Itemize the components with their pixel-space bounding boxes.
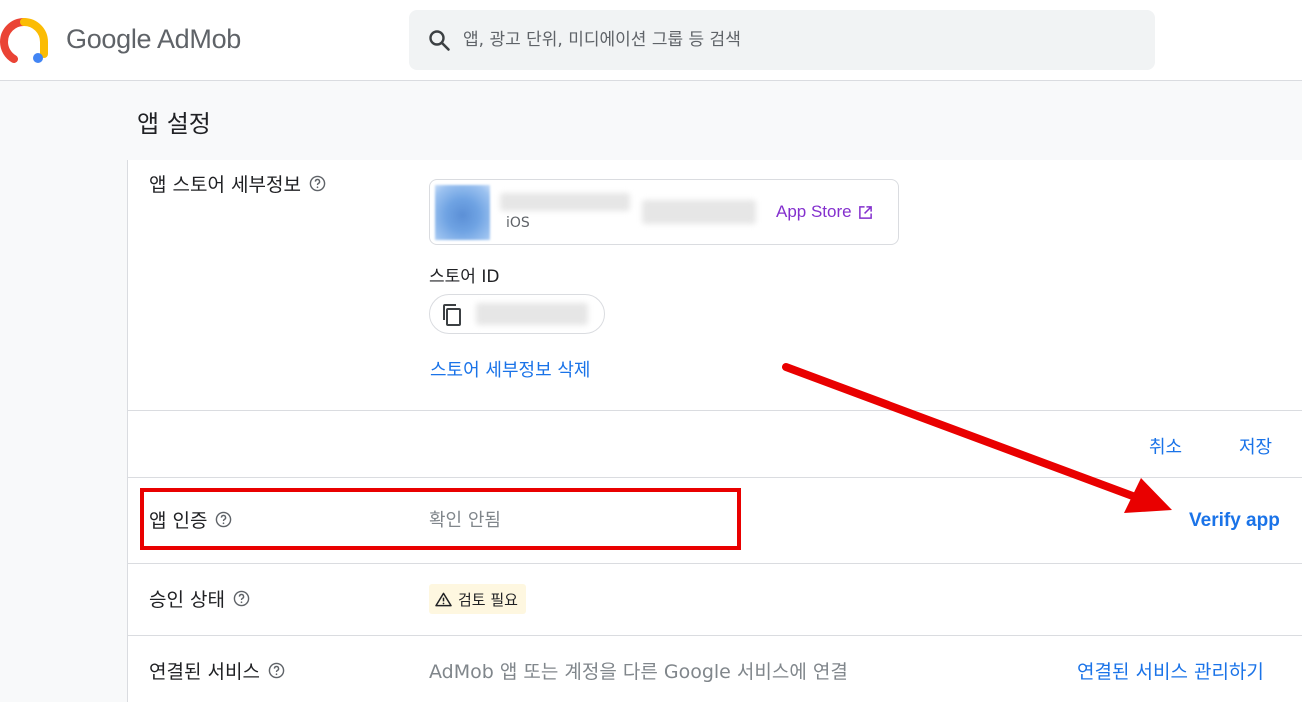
save-button[interactable]: 저장 [1239, 433, 1272, 459]
platform-label: iOS [506, 215, 530, 231]
app-store-link[interactable]: App Store [776, 202, 873, 222]
external-link-icon [858, 205, 872, 219]
app-verification-label: 앱 인증 [149, 506, 232, 533]
connected-services-description: AdMob 앱 또는 계정을 다른 Google 서비스에 연결 [429, 661, 848, 683]
verification-status: 확인 안됨 [429, 510, 501, 531]
status-badge: 검토 필요 [429, 584, 526, 614]
divider [128, 635, 1302, 636]
page-title: 앱 설정 [137, 110, 211, 138]
top-app-bar: Google AdMob [0, 0, 1302, 81]
verify-app-button[interactable]: Verify app [1189, 510, 1280, 532]
delete-store-details-link[interactable]: 스토어 세부정보 삭제 [430, 356, 590, 382]
connected-services-label: 연결된 서비스 [149, 657, 285, 684]
store-listing-box: iOS App Store [429, 179, 899, 245]
help-icon[interactable] [268, 662, 285, 679]
manage-connected-services-link[interactable]: 연결된 서비스 관리하기 [1077, 657, 1264, 684]
search-bar[interactable] [409, 10, 1155, 70]
divider [128, 410, 1302, 411]
settings-card: 앱 스토어 세부정보 iOS App Store 스토어 ID 스토어 세부정보… [127, 160, 1302, 702]
admob-logo-icon[interactable] [0, 18, 48, 64]
status-badge-text: 검토 필요 [458, 590, 518, 609]
copy-icon[interactable] [441, 303, 463, 327]
divider [128, 477, 1302, 478]
store-id-redacted [476, 303, 588, 325]
approval-status-label-text: 승인 상태 [149, 589, 225, 611]
cancel-button[interactable]: 취소 [1149, 433, 1182, 459]
divider [128, 563, 1302, 564]
brand-name[interactable]: Google AdMob [66, 24, 241, 55]
warning-icon [435, 592, 452, 606]
connected-services-label-text: 연결된 서비스 [149, 661, 260, 683]
developer-redacted [642, 200, 756, 224]
help-icon[interactable] [233, 590, 250, 607]
store-details-label: 앱 스토어 세부정보 [149, 170, 326, 197]
store-details-label-text: 앱 스토어 세부정보 [149, 174, 301, 196]
approval-status-label: 승인 상태 [149, 585, 250, 612]
app-icon [435, 185, 490, 240]
app-verification-label-text: 앱 인증 [149, 510, 208, 532]
app-name-redacted [500, 193, 630, 211]
help-icon[interactable] [309, 175, 326, 192]
store-id-chip[interactable] [429, 294, 605, 334]
search-icon [429, 30, 450, 51]
store-id-label: 스토어 ID [429, 267, 500, 287]
app-store-link-text: App Store [776, 202, 852, 221]
search-input[interactable] [463, 10, 1123, 70]
help-icon[interactable] [215, 511, 232, 528]
